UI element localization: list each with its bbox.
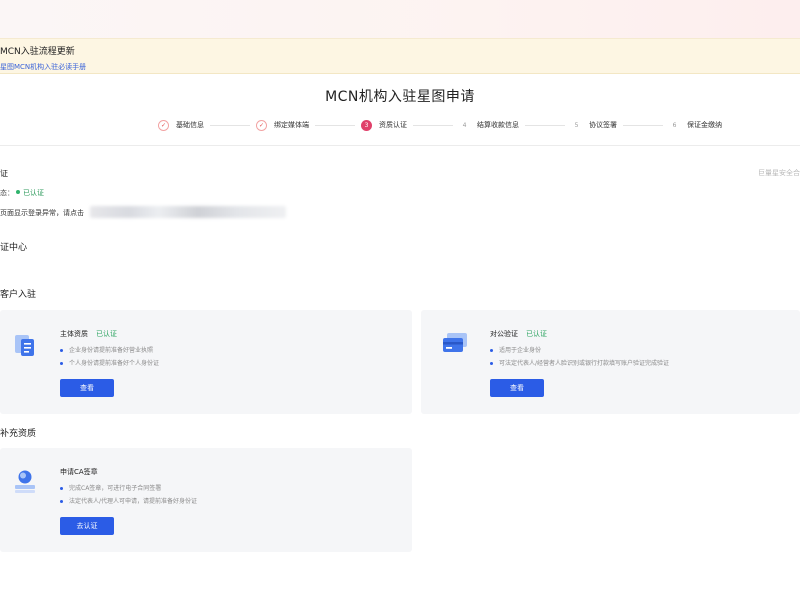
card-bullet: 适用于企业身份 [490, 345, 541, 354]
progress-steps: ✓ 基础信息 ✓ 绑定媒体端 3 资质认证 4 结算收款信息 5 协议签署 6 … [158, 118, 722, 132]
step-number: 5 [574, 121, 579, 129]
card-ca-signature: 申请CA签章 完成CA签章，可进行电子合同签署 法定代表人/代理人可申请，请提前… [0, 448, 412, 552]
step-number: 4 [462, 121, 467, 129]
section-cert-center: 证中心 [0, 243, 28, 253]
step-connector [210, 124, 250, 126]
card-title-text: 申请CA签章 [60, 468, 98, 476]
status-dot-icon [16, 190, 20, 194]
bank-card-icon [441, 330, 469, 359]
card-bullet: 个人身份请提前准备好个人身份证 [60, 358, 159, 367]
step-connector [315, 124, 355, 126]
redacted-link[interactable] [90, 206, 286, 218]
step-connector [413, 124, 453, 126]
step-label: 资质认证 [379, 121, 407, 129]
card-entity-qualification: 主体资质 已认证 企业身份请提前准备好营业执照 个人身份请提前准备好个人身份证 查… [0, 310, 412, 414]
verified-badge: 已认证 [526, 330, 547, 338]
verified-badge: 已认证 [96, 330, 117, 338]
seal-icon [12, 468, 38, 499]
step-connector [623, 124, 663, 126]
card-bullet: 法定代表人/代理人可申请，请提前准备好身份证 [60, 496, 197, 505]
section-customer-entry: 客户入驻 [0, 290, 37, 300]
status-value: 已认证 [23, 189, 44, 197]
status-label: 态： [0, 189, 14, 197]
status-section-title: 证 [0, 169, 8, 178]
step-settlement[interactable]: 4 结算收款信息 [459, 120, 519, 131]
login-tip: 页面显示登录异常，请点击 [0, 209, 84, 217]
top-banner [0, 0, 800, 38]
document-icon [12, 332, 38, 361]
step-agreement[interactable]: 5 协议签署 [571, 120, 617, 131]
notice-manual-link[interactable]: 星图MCN机构入驻必读手册 [0, 62, 86, 72]
card-title-text: 主体资质 [60, 330, 88, 338]
step-check-icon: ✓ [158, 119, 169, 131]
step-basic-info[interactable]: ✓ 基础信息 [158, 119, 204, 131]
card-title-text: 对公验证 [490, 330, 518, 338]
card-corporate-verification: 对公验证 已认证 适用于企业身份 可法定代表人/经营者人脸识别或银行打款填写账户验… [421, 310, 800, 414]
notice-title: MCN入驻流程更新 [0, 47, 75, 57]
step-label: 结算收款信息 [477, 121, 519, 129]
view-entity-button[interactable]: 查看 [60, 379, 114, 397]
step-qualification[interactable]: 3 资质认证 [361, 119, 407, 131]
header-divider [0, 145, 800, 146]
step-label: 绑定媒体端 [274, 121, 309, 129]
step-connector [525, 124, 565, 126]
step-number: 3 [361, 119, 372, 131]
step-check-icon: ✓ [256, 119, 267, 131]
security-link[interactable]: 巨量星安全合 [758, 168, 800, 178]
section-supplementary: 补充资质 [0, 429, 37, 439]
step-bind-media[interactable]: ✓ 绑定媒体端 [256, 119, 309, 131]
card-title: 主体资质 已认证 [60, 329, 117, 339]
view-corporate-button[interactable]: 查看 [490, 379, 544, 397]
step-number: 6 [672, 121, 677, 129]
notice-bar [0, 38, 800, 74]
step-label: 保证金缴纳 [687, 121, 722, 129]
step-label: 协议签署 [589, 121, 617, 129]
card-title: 对公验证 已认证 [490, 329, 547, 339]
step-deposit[interactable]: 6 保证金缴纳 [669, 120, 722, 131]
card-bullet: 完成CA签章，可进行电子合同签署 [60, 483, 161, 492]
card-bullet: 可法定代表人/经营者人脸识别或银行打款填写账户验证完成验证 [490, 358, 669, 367]
page-title: MCN机构入驻星图申请 [325, 89, 475, 105]
auth-status: 态： 已认证 [0, 188, 44, 198]
card-title: 申请CA签章 [60, 467, 98, 477]
step-label: 基础信息 [176, 121, 204, 129]
go-certify-button[interactable]: 去认证 [60, 517, 114, 535]
card-bullet: 企业身份请提前准备好营业执照 [60, 345, 153, 354]
